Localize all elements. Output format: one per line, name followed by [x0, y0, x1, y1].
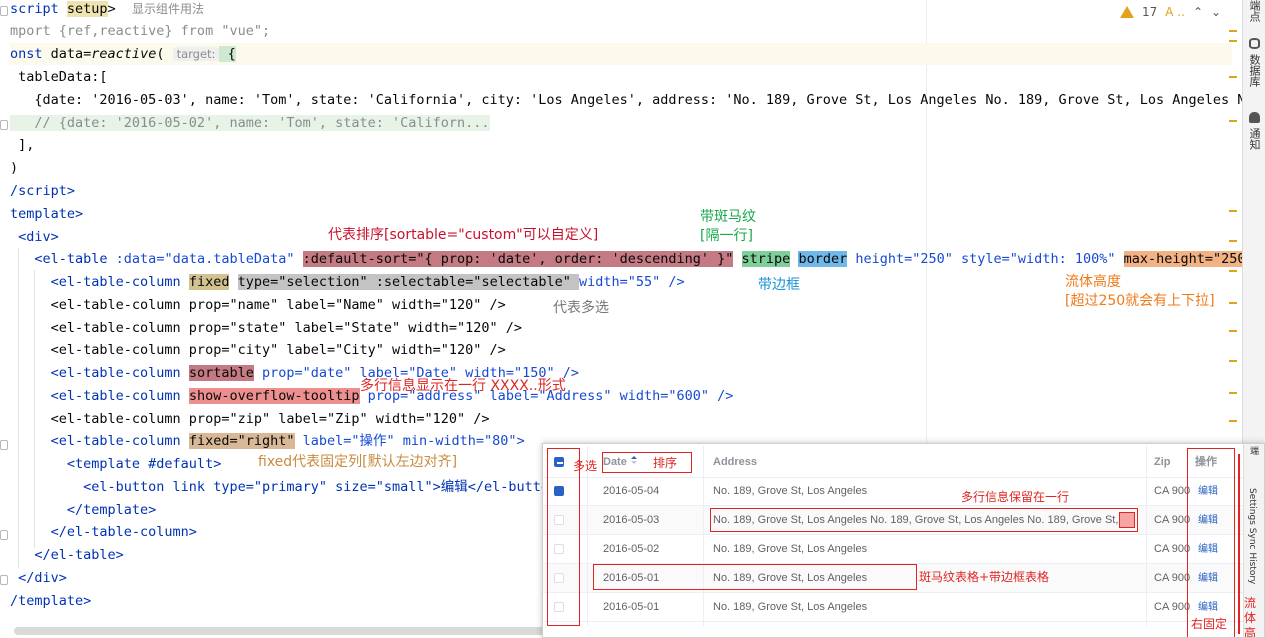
annotation-stripe: 带斑马纹 — [700, 209, 756, 225]
preview-tab[interactable]: 端 — [1247, 446, 1260, 455]
fold-marker[interactable] — [0, 530, 8, 540]
database-icon — [1249, 38, 1260, 49]
code-line-27: /template> — [10, 593, 92, 609]
bell-icon — [1249, 112, 1260, 123]
multi-select-box — [547, 448, 580, 626]
code-line-15: <el-table-column prop="state" label="Sta… — [10, 320, 523, 336]
cell-address: No. 189, Grove St, Los Angeles — [713, 543, 868, 555]
code-line-10: template> — [10, 206, 84, 222]
label-keep-one-line: 多行信息保留在一行 — [961, 490, 1070, 504]
code-line-13: <el-table-column fixed type="selection" … — [10, 274, 685, 290]
error-stripe[interactable] — [1229, 30, 1237, 450]
database-tab[interactable]: 数据库 — [1246, 54, 1262, 87]
table-row: 2016-05-04 No. 189, Grove St, Los Angele… — [543, 477, 1243, 506]
selection-highlight: type="selection" :selectable="selectable… — [237, 274, 579, 290]
cell-address: No. 189, Grove St, Los Angeles — [713, 485, 868, 497]
sortable-highlight: sortable — [188, 365, 254, 381]
column-header-address: Address — [713, 456, 758, 468]
default-sort-highlight: :default-sort="{ prop: 'date', order: 'd… — [302, 251, 734, 267]
warning-count[interactable]: 17 — [1142, 5, 1157, 19]
label-multi: 多选 — [573, 459, 598, 473]
column-header-zip: Zip — [1154, 456, 1171, 468]
label-stripe-border: 斑马纹表格+带边框表格 — [919, 570, 1050, 584]
annotation-fixed: fixed代表固定列[默认左边对齐] — [258, 454, 458, 470]
ellipsis-marker — [1119, 512, 1135, 528]
annotation-overflow: 多行信息显示在一行 XXXX..形式 — [360, 378, 566, 394]
code-line-7: ], — [10, 137, 35, 153]
inlay-hint: 显示组件用法 — [131, 2, 204, 16]
overflow-box — [710, 508, 1138, 532]
code-line-5: {date: '2016-05-03', name: 'Tom', state:… — [10, 92, 1265, 108]
label-fixed-right: 右固定 — [1191, 617, 1228, 631]
code-line-23: </template> — [10, 502, 157, 518]
endpoint-tab[interactable]: 端点 — [1246, 0, 1262, 22]
code-line-9: /script> — [10, 183, 76, 199]
code-line-8: ) — [10, 160, 19, 176]
more-warnings[interactable]: A .. — [1165, 5, 1185, 19]
code-line-22: <el-button link type="primary" size="sma… — [10, 479, 566, 495]
code-line-3: onst data=reactive( target: { — [10, 43, 1232, 65]
label-fluid: 流体高度 — [1244, 596, 1257, 638]
inspection-bar[interactable]: 17 A .. ⌃ ⌄ — [1120, 2, 1221, 22]
chevron-down-icon[interactable]: ⌄ — [1211, 5, 1221, 19]
fold-marker[interactable] — [0, 440, 8, 450]
param-inlay: target: — [172, 47, 220, 61]
code-line-20: <el-table-column fixed="right" label="操作… — [10, 433, 525, 449]
overflow-tooltip-highlight: show-overflow-tooltip — [188, 388, 360, 404]
fixed-right-highlight: fixed="right" — [188, 433, 295, 449]
fixed-highlight: fixed — [188, 274, 230, 290]
code-line-4: tableData:[ — [10, 69, 108, 85]
cell-address: No. 189, Grove St, Los Angeles — [713, 601, 868, 613]
fold-marker[interactable] — [0, 6, 8, 16]
annotation-sort: 代表排序[sortable="custom"可以自定义] — [328, 227, 599, 243]
stripe-highlight: stripe — [741, 251, 791, 267]
notifications-tab[interactable]: 通知 — [1246, 128, 1262, 150]
cell-date: 2016-05-02 — [603, 543, 660, 555]
settings-sync-history-tab[interactable]: Settings Sync History — [1247, 488, 1257, 584]
fold-marker[interactable] — [0, 120, 8, 130]
annotation-max-height-sub: [超过250就会有上下拉] — [1065, 293, 1215, 309]
code-line-26: </div> — [10, 570, 67, 586]
code-line-24: </el-table-column> — [10, 524, 197, 540]
border-highlight: border — [798, 251, 848, 267]
code-line-19: <el-table-column prop="zip" label="Zip" … — [10, 411, 490, 427]
annotation-stripe-sub: [隔一行] — [700, 228, 753, 244]
code-line-11: <div> — [10, 229, 59, 245]
code-line-14: <el-table-column prop="name" label="Name… — [10, 297, 506, 313]
cell-date: 2016-05-01 — [603, 601, 660, 613]
stripe-border-box — [593, 564, 917, 590]
code-line-6: // {date: '2016-05-02', name: 'Tom', sta… — [10, 115, 490, 131]
table-row: 2016-05-01 No. 189, Grove St, Los Angele… — [543, 593, 1243, 622]
code-line-1: script setup> 显示组件用法 — [10, 1, 204, 17]
annotation-max-height: 流体高度 — [1065, 274, 1121, 290]
code-line-16: <el-table-column prop="city" label="City… — [10, 342, 506, 358]
sort-box — [602, 452, 692, 473]
code-line-12: <el-table :data="data.tableData" :defaul… — [10, 251, 1262, 267]
table-row: 2016-05-02 No. 189, Grove St, Los Angele… — [543, 535, 1243, 564]
code-line-2: mport {ref,reactive} from "vue"; — [10, 23, 271, 39]
annotation-border: 带边框 — [758, 277, 800, 293]
fixed-right-box — [1187, 448, 1235, 637]
cell-date: 2016-05-03 — [603, 514, 660, 526]
warning-icon — [1120, 6, 1134, 18]
table-preview-screenshot: Date Address Zip 操作 2016-05-04 No. 189, … — [542, 443, 1265, 638]
chevron-up-icon[interactable]: ⌃ — [1193, 5, 1203, 19]
label-sort: 排序 — [653, 456, 678, 470]
fluid-height-marker — [1238, 454, 1240, 634]
cell-date: 2016-05-04 — [603, 485, 660, 497]
fold-marker[interactable] — [0, 575, 8, 585]
code-line-21: <template #default> — [10, 456, 222, 472]
code-line-25: </el-table> — [10, 547, 124, 563]
annotation-multi-select: 代表多选 — [553, 300, 609, 316]
